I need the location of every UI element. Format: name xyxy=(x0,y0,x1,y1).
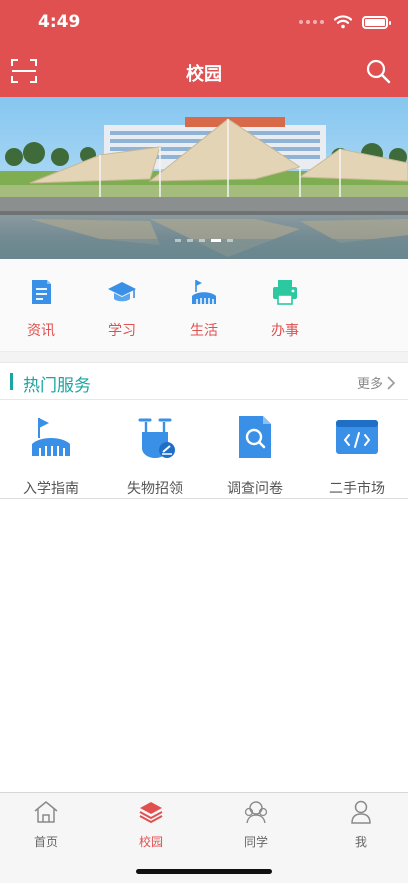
tab-home[interactable]: 首页 xyxy=(16,799,76,850)
document-icon xyxy=(32,280,51,304)
banner-carousel[interactable] xyxy=(0,97,408,259)
carousel-dot[interactable] xyxy=(187,239,193,242)
code-browser-icon xyxy=(336,420,378,454)
quick-nav-label: 资讯 xyxy=(27,323,55,339)
page-title: 校园 xyxy=(186,64,222,85)
classmates-icon xyxy=(244,801,268,824)
quick-nav-label: 生活 xyxy=(190,323,218,339)
service-label: 二手市场 xyxy=(329,481,385,497)
service-label: 调查问卷 xyxy=(227,481,283,497)
tab-me[interactable]: 我 xyxy=(331,799,391,850)
graduation-cap-icon xyxy=(108,282,136,302)
tab-label: 校园 xyxy=(138,835,163,849)
quick-nav-study[interactable]: 学习 xyxy=(92,277,152,340)
cellular-signal-icon xyxy=(299,20,324,24)
user-icon xyxy=(351,800,371,824)
quick-nav-affairs[interactable]: 办事 xyxy=(255,277,315,340)
status-icons xyxy=(299,12,391,32)
tab-campus[interactable]: 校园 xyxy=(121,799,181,850)
service-enrollment-guide[interactable]: 入学指南 xyxy=(3,414,99,498)
quick-nav-label: 学习 xyxy=(108,323,136,339)
chevron-right-icon xyxy=(387,375,396,390)
service-label: 入学指南 xyxy=(23,481,79,497)
carousel-dot[interactable] xyxy=(175,239,181,242)
service-lost-and-found[interactable]: 失物招领 xyxy=(107,414,203,498)
more-link[interactable]: 更多 xyxy=(357,373,396,392)
tab-label: 同学 xyxy=(243,835,268,849)
banner-image xyxy=(0,97,408,259)
status-time: 4:49 xyxy=(38,12,81,32)
quick-nav-news[interactable]: 资讯 xyxy=(11,277,71,340)
battery-icon xyxy=(362,15,391,29)
service-label: 失物招领 xyxy=(127,481,183,497)
hot-services-grid: 入学指南 失物招领 调查问卷 二手市场 xyxy=(0,400,408,499)
service-survey[interactable]: 调查问卷 xyxy=(207,414,303,498)
carousel-indicator[interactable] xyxy=(0,239,408,242)
home-icon xyxy=(34,801,58,823)
tab-label: 首页 xyxy=(33,835,58,849)
tab-label: 我 xyxy=(354,835,367,849)
home-indicator[interactable] xyxy=(136,869,272,874)
stadium-flag-icon xyxy=(32,418,70,456)
scooter-icon xyxy=(138,418,175,458)
quick-nav: 资讯 学习 生活 办事 xyxy=(0,259,408,352)
wifi-icon xyxy=(334,15,352,29)
app-header: 4:49 校园 xyxy=(0,0,408,97)
carousel-dot-active[interactable] xyxy=(211,239,221,242)
tab-bar: 首页 校园 同学 我 xyxy=(0,792,408,883)
section-divider xyxy=(0,352,408,362)
printer-icon xyxy=(273,280,297,305)
carousel-dot[interactable] xyxy=(199,239,205,242)
service-second-hand-market[interactable]: 二手市场 xyxy=(309,414,405,498)
search-document-icon xyxy=(239,416,271,458)
stadium-flag-icon xyxy=(192,280,216,304)
section-accent-bar xyxy=(10,373,13,390)
hot-services-header: 热门服务 更多 xyxy=(0,362,408,400)
more-label: 更多 xyxy=(356,377,383,392)
carousel-dot[interactable] xyxy=(227,239,233,242)
tab-classmates[interactable]: 同学 xyxy=(226,799,286,850)
quick-nav-label: 办事 xyxy=(271,323,299,339)
search-icon[interactable] xyxy=(364,57,392,85)
quick-nav-life[interactable]: 生活 xyxy=(174,277,234,340)
section-title: 热门服务 xyxy=(23,376,91,396)
layers-icon xyxy=(139,802,163,824)
